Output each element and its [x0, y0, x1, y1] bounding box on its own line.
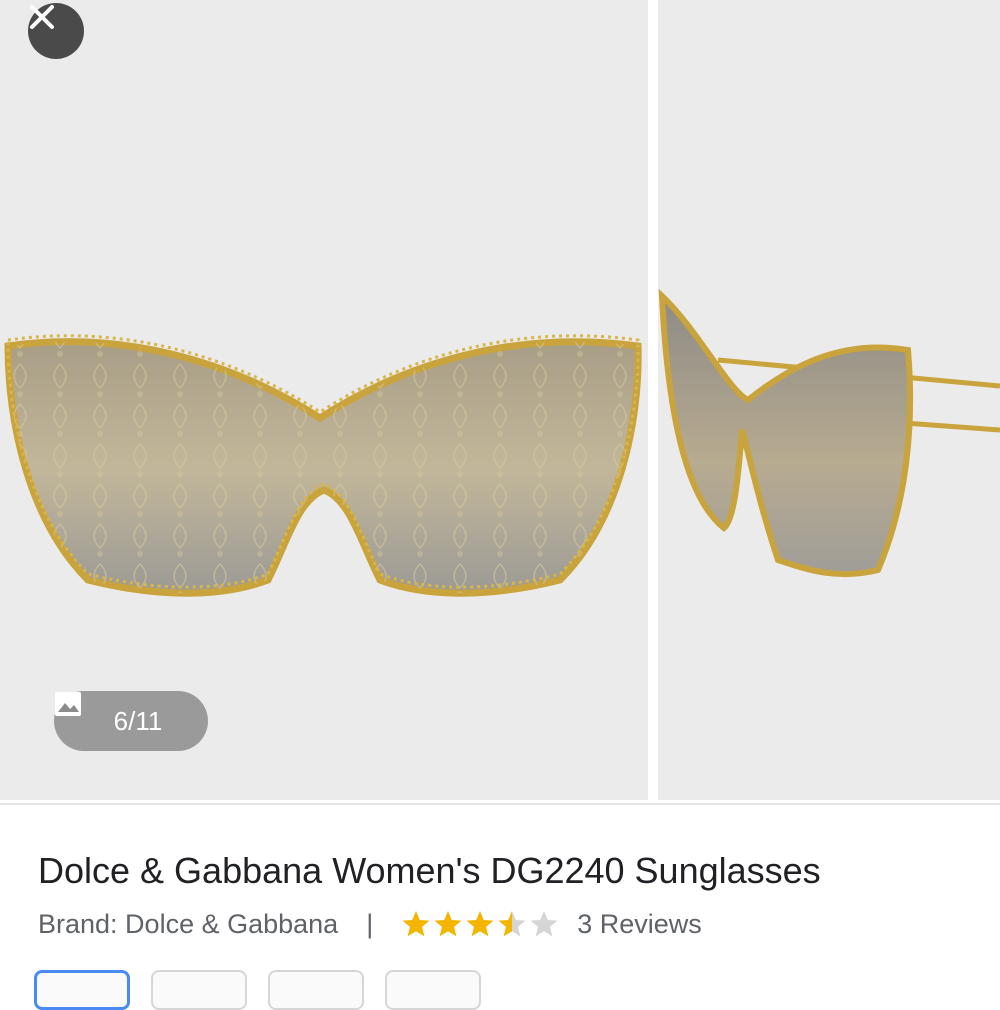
close-button[interactable]	[28, 3, 84, 59]
star-icon	[434, 911, 462, 937]
star-icon	[466, 911, 494, 937]
star-icon	[498, 911, 526, 937]
product-title: Dolce & Gabbana Women's DG2240 Sunglasse…	[38, 850, 821, 891]
star-icon	[530, 911, 558, 937]
product-photo-side[interactable]	[658, 0, 1000, 800]
divider	[0, 803, 1000, 805]
product-meta: Brand: Dolce & Gabbana | 3 Reviews	[38, 904, 978, 944]
reviews-link[interactable]: 3 Reviews	[577, 909, 702, 940]
star-rating[interactable]	[401, 909, 559, 939]
sunglasses-front-image	[4, 334, 642, 597]
thumbnail[interactable]	[34, 970, 130, 1010]
image-gallery[interactable]: 6/11	[0, 0, 1000, 800]
thumbnail[interactable]	[151, 970, 247, 1010]
image-counter-text: 6/11	[113, 705, 163, 736]
thumbnail[interactable]	[268, 970, 364, 1010]
thumbnail-strip	[34, 970, 994, 1010]
meta-separator: |	[366, 908, 374, 939]
brand-link[interactable]: Brand: Dolce & Gabbana	[38, 909, 338, 940]
thumbnail[interactable]	[385, 970, 481, 1010]
product-photo-front[interactable]: 6/11	[0, 0, 648, 800]
image-counter: 6/11	[54, 691, 208, 751]
star-icon	[402, 911, 430, 937]
sunglasses-side-image	[658, 288, 1000, 578]
